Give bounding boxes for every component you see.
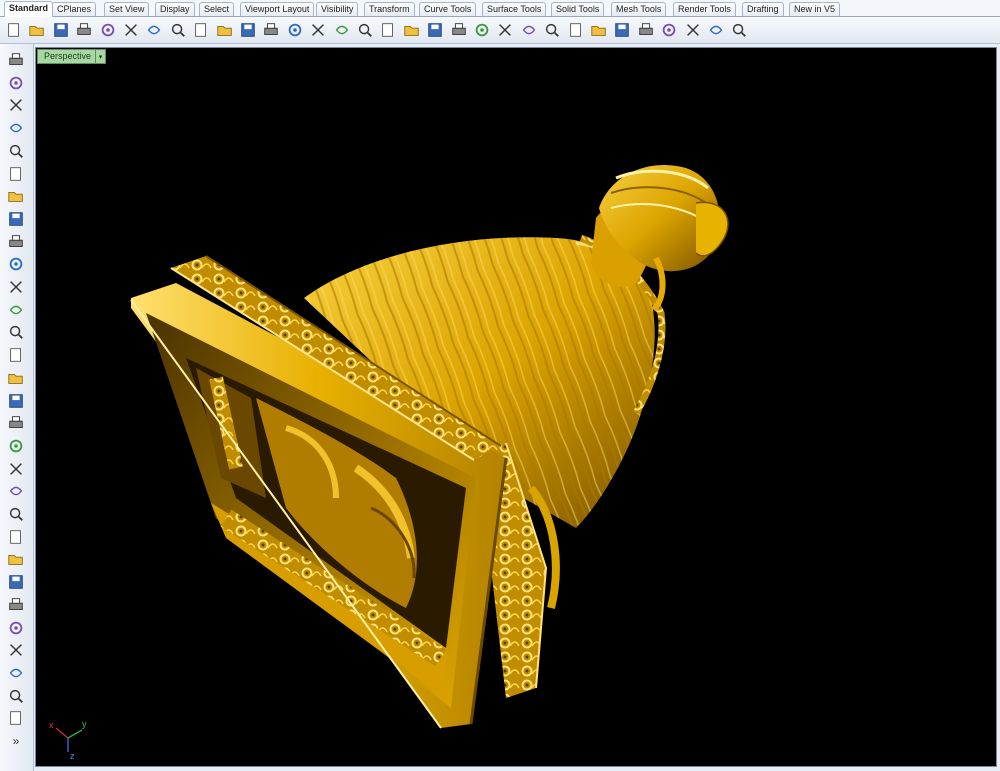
sphere-icon[interactable] <box>5 345 27 365</box>
main-sidebar-toolbar: » <box>0 44 34 771</box>
tab-curve-tools[interactable]: Curve Tools <box>419 2 477 16</box>
circle-icon[interactable] <box>5 141 27 161</box>
show-icon[interactable] <box>449 20 469 40</box>
ellipse-icon[interactable] <box>5 164 27 184</box>
four-viewports-icon[interactable] <box>378 20 398 40</box>
polyline-icon[interactable] <box>5 95 27 115</box>
import-icon[interactable] <box>98 20 118 40</box>
tab-cplanes[interactable]: CPlanes <box>52 2 97 16</box>
hide-icon[interactable] <box>425 20 445 40</box>
zoom-selected-icon[interactable] <box>332 20 352 40</box>
print-icon[interactable] <box>74 20 94 40</box>
tab-new-in-v5[interactable]: New in V5 <box>789 2 841 16</box>
grid-icon[interactable] <box>706 20 726 40</box>
blend-icon[interactable] <box>5 572 27 592</box>
zoom-extents-icon[interactable] <box>308 20 328 40</box>
arc-icon[interactable] <box>5 232 27 252</box>
text-icon[interactable] <box>5 595 27 615</box>
patch-icon[interactable] <box>5 413 27 433</box>
pan-icon[interactable] <box>215 20 235 40</box>
array-icon[interactable] <box>5 527 27 547</box>
rotate-view-icon[interactable] <box>238 20 258 40</box>
help-icon[interactable] <box>729 20 749 40</box>
offset-icon[interactable] <box>5 549 27 569</box>
fillet-icon[interactable] <box>5 254 27 274</box>
zoom-window-icon[interactable] <box>285 20 305 40</box>
dimension-icon[interactable] <box>5 618 27 638</box>
block-icon[interactable] <box>5 663 27 683</box>
open-icon[interactable] <box>27 20 47 40</box>
tab-surface-tools[interactable]: Surface Tools <box>482 2 547 16</box>
tab-render-tools[interactable]: Render Tools <box>673 2 736 16</box>
box-icon[interactable] <box>5 322 27 342</box>
render-sphere-icon[interactable] <box>589 20 609 40</box>
material-icon[interactable] <box>542 20 562 40</box>
tab-viewport-layout[interactable]: Viewport Layout <box>240 2 315 16</box>
more-icon[interactable]: » <box>5 731 27 751</box>
tab-select[interactable]: Select <box>199 2 235 16</box>
world-axis-icon: x y z <box>49 719 87 760</box>
analysis-icon[interactable] <box>5 686 27 706</box>
car-icon[interactable] <box>402 20 422 40</box>
layer-icon[interactable] <box>472 20 492 40</box>
standard-toolbar <box>0 17 1000 44</box>
cut-icon[interactable] <box>121 20 141 40</box>
toolbar-tabs: Standard CPlanes Set View Display Select View… <box>0 0 1000 17</box>
viewport-title: Perspective <box>44 51 92 61</box>
transform-icon[interactable] <box>5 277 27 297</box>
light-icon[interactable] <box>495 20 515 40</box>
render-scene[interactable] <box>36 48 996 766</box>
polygon-icon[interactable] <box>5 186 27 206</box>
cursor-icon[interactable] <box>659 20 679 40</box>
tab-drafting[interactable]: Drafting <box>742 2 784 16</box>
axis-label-y: y <box>82 719 87 729</box>
extrude-icon[interactable] <box>5 391 27 411</box>
axis-label-x: x <box>49 720 54 730</box>
viewport-title-tab[interactable]: Perspective ▾ <box>37 49 107 64</box>
tab-transform[interactable]: Transform <box>364 2 415 16</box>
tab-standard[interactable]: Standard <box>4 1 54 17</box>
axis-label-z: z <box>70 751 75 760</box>
perspective-viewport[interactable]: Perspective ▾ x y z <box>35 47 997 767</box>
surface-icon[interactable] <box>5 300 27 320</box>
paste-icon[interactable] <box>168 20 188 40</box>
trim-icon[interactable] <box>5 459 27 479</box>
select-icon[interactable] <box>5 50 27 70</box>
tab-display[interactable]: Display <box>155 2 195 16</box>
render-icon[interactable] <box>5 708 27 728</box>
tab-mesh-tools[interactable]: Mesh Tools <box>611 2 667 16</box>
undo-view-icon[interactable] <box>355 20 375 40</box>
boolean-icon[interactable] <box>5 504 27 524</box>
copy-icon[interactable] <box>144 20 164 40</box>
split-icon[interactable] <box>5 481 27 501</box>
save-icon[interactable] <box>51 20 71 40</box>
explode-icon[interactable] <box>5 436 27 456</box>
lock-icon[interactable] <box>519 20 539 40</box>
point-icon[interactable] <box>5 73 27 93</box>
zoom-icon[interactable] <box>261 20 281 40</box>
curve-icon[interactable] <box>5 118 27 138</box>
chevron-down-icon[interactable]: ▾ <box>95 50 105 63</box>
undo-icon[interactable] <box>191 20 211 40</box>
tab-visibility[interactable]: Visibility <box>316 2 359 16</box>
new-icon[interactable] <box>4 20 24 40</box>
rectangle-icon[interactable] <box>5 209 27 229</box>
gear-icon[interactable] <box>683 20 703 40</box>
render-sphere-2-icon[interactable] <box>612 20 632 40</box>
render-sphere-3-icon[interactable] <box>636 20 656 40</box>
tab-set-view[interactable]: Set View <box>104 2 150 16</box>
group-icon[interactable] <box>5 640 27 660</box>
tab-solid-tools[interactable]: Solid Tools <box>551 2 605 16</box>
color-wheel-icon[interactable] <box>566 20 586 40</box>
cylinder-icon[interactable] <box>5 368 27 388</box>
